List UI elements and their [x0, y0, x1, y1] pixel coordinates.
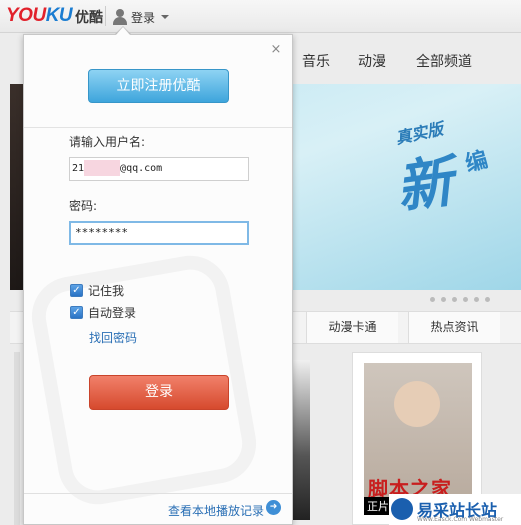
logo-chinese: 优酷	[75, 10, 103, 26]
auto-login-label: 自动登录	[88, 306, 137, 320]
close-icon[interactable]: ×	[269, 43, 283, 57]
popup-arrow-inner	[116, 27, 130, 35]
logo-you: YOU	[6, 5, 46, 26]
poster-figure	[394, 381, 440, 427]
password-label: 密码:	[69, 199, 98, 213]
remember-me-row[interactable]: ✓ 记住我	[70, 282, 124, 299]
pagination-dot[interactable]	[474, 297, 479, 302]
logo-ku: KU	[45, 5, 73, 26]
username-label: 请输入用户名:	[69, 135, 146, 149]
remember-me-label: 记住我	[88, 284, 125, 298]
redacted-text	[84, 160, 121, 176]
divider	[105, 6, 106, 26]
nav-item-all-channels[interactable]: 全部频道	[416, 51, 472, 71]
nav-item-music[interactable]: 音乐	[302, 51, 330, 71]
chevron-down-icon	[161, 15, 170, 19]
content-column	[14, 352, 20, 525]
divider	[24, 127, 292, 128]
banner-title-large: 新	[392, 149, 457, 222]
forgot-password-link[interactable]: 找回密码	[89, 329, 137, 346]
footer-divider	[24, 493, 292, 494]
login-popup: × 立即注册优酷 请输入用户名: 21 @qq.com 密码: ******** …	[23, 34, 293, 525]
video-poster[interactable]: 脚本之家	[364, 363, 472, 513]
login-menu-trigger[interactable]: 登录	[112, 6, 170, 28]
arrow-right-icon[interactable]: ➜	[266, 500, 281, 515]
pagination-dot[interactable]	[441, 297, 446, 302]
tab-anime-cartoon[interactable]: 动漫卡通	[306, 312, 398, 343]
banner-title-side: 编	[462, 147, 491, 178]
username-suffix: @qq.com	[120, 163, 163, 174]
pagination-dot[interactable]	[452, 297, 457, 302]
watermark-subtitle: Www.Easck.Com Webmaster	[417, 516, 504, 523]
local-history-link[interactable]: 查看本地播放记录	[168, 502, 264, 519]
register-button[interactable]: 立即注册优酷	[88, 69, 229, 103]
pagination-dot[interactable]	[463, 297, 468, 302]
username-prefix: 21	[72, 163, 85, 174]
pagination-dot[interactable]	[430, 297, 435, 302]
auto-login-row[interactable]: ✓ 自动登录	[70, 304, 136, 321]
full-episode-badge: 正片	[364, 497, 392, 515]
username-field[interactable]: 21 @qq.com	[69, 157, 249, 181]
banner-pagination	[430, 297, 490, 302]
watermark-logo: 易采站长站 Www.Easck.Com Webmaster	[389, 494, 521, 525]
login-button[interactable]: 登录	[89, 375, 229, 410]
tab-hot-news[interactable]: 热点资讯	[408, 312, 500, 343]
password-field[interactable]: ********	[69, 221, 249, 245]
user-icon	[112, 9, 128, 25]
youku-logo[interactable]: YOUKU	[6, 5, 73, 27]
video-thumbnail[interactable]	[290, 360, 310, 520]
login-trigger-label: 登录	[131, 10, 156, 25]
remember-me-checkbox[interactable]: ✓	[70, 284, 83, 297]
watermark-icon	[391, 498, 413, 520]
pagination-dot[interactable]	[485, 297, 490, 302]
auto-login-checkbox[interactable]: ✓	[70, 306, 83, 319]
top-bar: YOUKU 优酷 登录	[0, 0, 521, 33]
nav-item-anime[interactable]: 动漫	[358, 51, 386, 71]
